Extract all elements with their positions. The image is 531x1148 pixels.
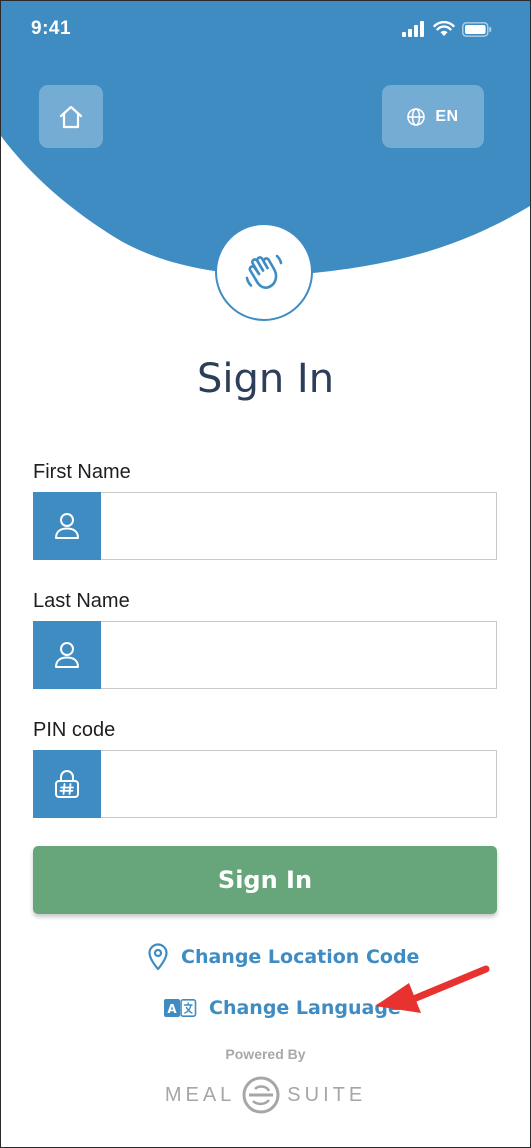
first-name-input[interactable] xyxy=(101,492,497,560)
user-icon xyxy=(55,513,79,539)
powered-by-label: Powered By xyxy=(225,1046,306,1062)
cellular-signal-icon xyxy=(402,21,424,37)
waving-hand-icon xyxy=(245,254,283,289)
svg-text:A: A xyxy=(167,1002,177,1016)
language-code: EN xyxy=(435,107,459,125)
home-icon xyxy=(59,105,83,128)
first-name-label: First Name xyxy=(33,461,131,483)
user-icon xyxy=(55,642,79,668)
first-name-field xyxy=(33,492,497,560)
globe-icon xyxy=(407,107,426,126)
lock-hash-icon xyxy=(55,770,79,798)
annotation-arrow xyxy=(375,965,490,1013)
app-screen: 9:41 EN Sign In First Name Last Name PIN… xyxy=(0,0,531,1148)
status-time: 9:41 xyxy=(31,18,72,39)
last-name-icon-box xyxy=(33,621,101,689)
last-name-field xyxy=(33,621,497,689)
home-button[interactable] xyxy=(39,85,103,148)
last-name-input[interactable] xyxy=(101,621,497,689)
wifi-icon xyxy=(433,21,455,36)
pin-code-icon-box xyxy=(33,750,101,818)
status-bar: 9:41 xyxy=(1,1,530,61)
first-name-icon-box xyxy=(33,492,101,560)
pin-code-label: PIN code xyxy=(33,719,116,741)
pin-code-field xyxy=(33,750,497,818)
status-icons xyxy=(402,21,492,37)
battery-icon xyxy=(462,21,492,37)
brand-left-text: MEAL xyxy=(164,1083,236,1106)
sign-in-button[interactable]: Sign In xyxy=(33,846,497,914)
last-name-label: Last Name xyxy=(33,590,130,612)
translate-icon: A xyxy=(164,998,197,1017)
brand-right-text: SUITE xyxy=(287,1083,367,1106)
page-title: Sign In xyxy=(196,356,335,402)
hero-badge xyxy=(215,223,313,321)
language-button[interactable]: EN xyxy=(382,85,484,148)
mealsuite-logo-icon xyxy=(242,1076,280,1114)
pin-code-input[interactable] xyxy=(101,750,497,818)
location-pin-icon xyxy=(148,943,168,971)
brand-logo: MEAL SUITE xyxy=(1,1075,530,1115)
